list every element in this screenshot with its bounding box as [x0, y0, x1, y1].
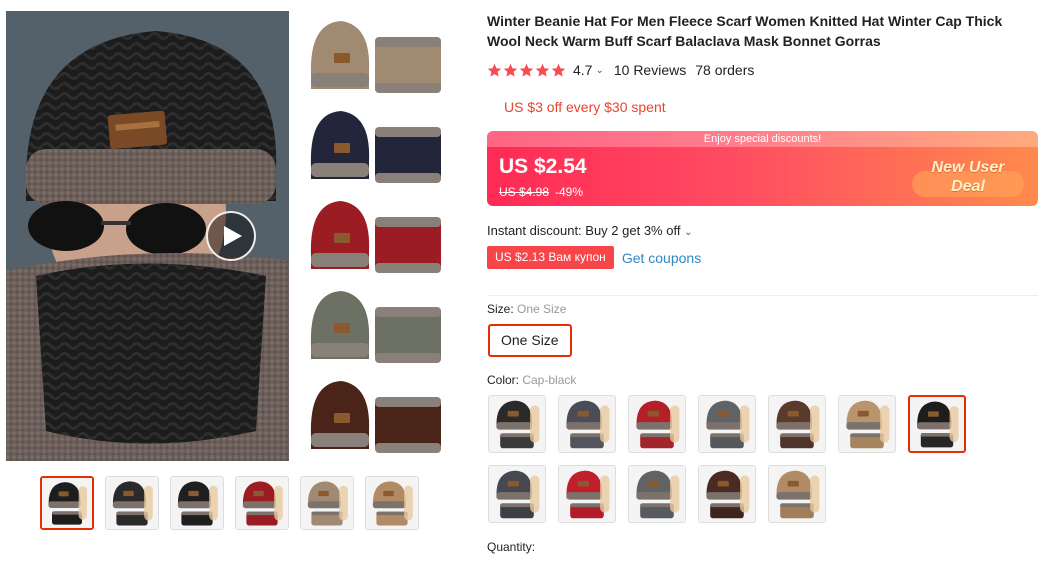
collage-variant: [310, 201, 441, 273]
collage-variant: [310, 111, 441, 183]
star-icon: [503, 63, 518, 77]
product-info: Winter Beanie Hat For Men Fleece Scarf W…: [487, 11, 1039, 51]
rating-stars: [487, 63, 566, 78]
collage-variant: [310, 291, 441, 363]
color-swatch-image: [559, 466, 615, 522]
play-video-button[interactable]: [206, 211, 256, 261]
thumbnail-strip: [40, 476, 419, 530]
star-icon: [519, 63, 534, 77]
coupon-tag[interactable]: US $2.13 Вам купон: [487, 246, 614, 269]
chevron-down-icon: ⌄: [684, 227, 693, 238]
thumbnail-5[interactable]: [300, 476, 354, 530]
color-swatch-image: [629, 396, 685, 452]
product-title: Winter Beanie Hat For Men Fleece Scarf W…: [487, 13, 1003, 49]
size-label: Size: One Size: [487, 302, 566, 316]
color-swatch-12[interactable]: [768, 465, 826, 523]
get-coupons-link[interactable]: Get coupons: [622, 250, 701, 266]
thumbnail-image: [301, 477, 353, 529]
color-swatch-8[interactable]: [488, 465, 546, 523]
thumbnail-image: [42, 478, 92, 528]
color-swatch-1[interactable]: [488, 395, 546, 453]
thumbnail-image: [171, 477, 223, 529]
size-selected-value: One Size: [517, 302, 567, 316]
instant-discount[interactable]: Instant discount: Buy 2 get 3% off ⌄: [487, 223, 692, 238]
thumbnail-1[interactable]: [40, 476, 94, 530]
main-product-image[interactable]: [6, 11, 456, 461]
color-swatch-image: [839, 396, 895, 452]
color-swatch-11[interactable]: [698, 465, 756, 523]
color-swatch-9[interactable]: [558, 465, 616, 523]
color-swatch-image: [769, 396, 825, 452]
new-user-deal-badge: New User Deal: [912, 155, 1024, 199]
deal-line-2: Deal: [951, 178, 985, 195]
thumbnail-image: [106, 477, 158, 529]
star-icon: [535, 63, 550, 77]
star-icon: [487, 63, 502, 77]
banner-header: Enjoy special discounts!: [487, 131, 1038, 147]
color-swatch-3[interactable]: [628, 395, 686, 453]
color-swatch-6[interactable]: [838, 395, 896, 453]
color-swatch-4[interactable]: [698, 395, 756, 453]
color-swatch-2[interactable]: [558, 395, 616, 453]
chevron-down-icon[interactable]: ⌄: [595, 65, 603, 76]
thumbnail-4[interactable]: [235, 476, 289, 530]
thumbnail-image: [236, 477, 288, 529]
play-icon: [224, 226, 242, 246]
color-swatch-7[interactable]: [908, 395, 966, 453]
coupon-row: US $2.13 Вам купон Get coupons: [487, 246, 701, 269]
divider: [487, 295, 1038, 296]
color-label-text: Color:: [487, 373, 523, 387]
discount-percent: -49%: [555, 185, 584, 199]
thumbnail-2[interactable]: [105, 476, 159, 530]
thumbnail-3[interactable]: [170, 476, 224, 530]
deal-line-1: New User: [931, 159, 1005, 176]
color-selected-value: Cap-black: [522, 373, 577, 387]
color-swatch-image: [629, 466, 685, 522]
store-discount-text: US $3 off every $30 spent: [504, 99, 666, 115]
color-swatch-image: [769, 466, 825, 522]
color-swatch-image: [910, 397, 964, 451]
price-banner: Enjoy special discounts! US $2.54 US $4.…: [487, 131, 1038, 206]
quantity-label: Quantity:: [487, 540, 536, 554]
original-price: US $4.98: [499, 185, 550, 199]
color-swatch-image: [489, 466, 545, 522]
star-icon: [551, 63, 566, 77]
color-label: Color: Cap-black: [487, 373, 576, 387]
instant-discount-text: Instant discount: Buy 2 get 3% off: [487, 223, 681, 238]
orders-count: 78 orders: [695, 62, 755, 78]
rating-row: 4.7 ⌄ 10 Reviews 78 orders: [487, 62, 754, 78]
thumbnail-image: [366, 477, 418, 529]
current-price: US $2.54: [499, 155, 587, 178]
color-variant-collage: [289, 11, 456, 461]
color-swatch-10[interactable]: [628, 465, 686, 523]
collage-variant: [310, 381, 441, 453]
color-swatch-image: [559, 396, 615, 452]
color-swatch-5[interactable]: [768, 395, 826, 453]
collage-illustration: [310, 21, 441, 453]
thumbnail-6[interactable]: [365, 476, 419, 530]
color-swatch-image: [699, 396, 755, 452]
rating-value[interactable]: 4.7: [573, 62, 592, 78]
color-swatch-image: [699, 466, 755, 522]
color-swatch-image: [489, 396, 545, 452]
size-option-one-size[interactable]: One Size: [488, 324, 572, 357]
reviews-link[interactable]: 10 Reviews: [614, 62, 686, 78]
collage-variant: [310, 21, 441, 93]
size-label-text: Size:: [487, 302, 518, 316]
